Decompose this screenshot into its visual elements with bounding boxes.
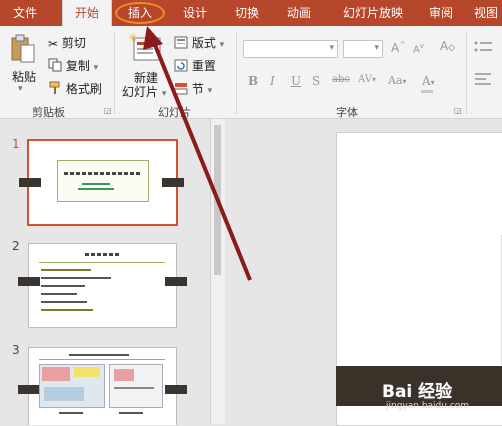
watermark-url: jingyan.baidu.com	[386, 401, 470, 411]
watermark-logo: Bai 经验	[382, 382, 453, 402]
annotation-arrow	[143, 26, 252, 281]
